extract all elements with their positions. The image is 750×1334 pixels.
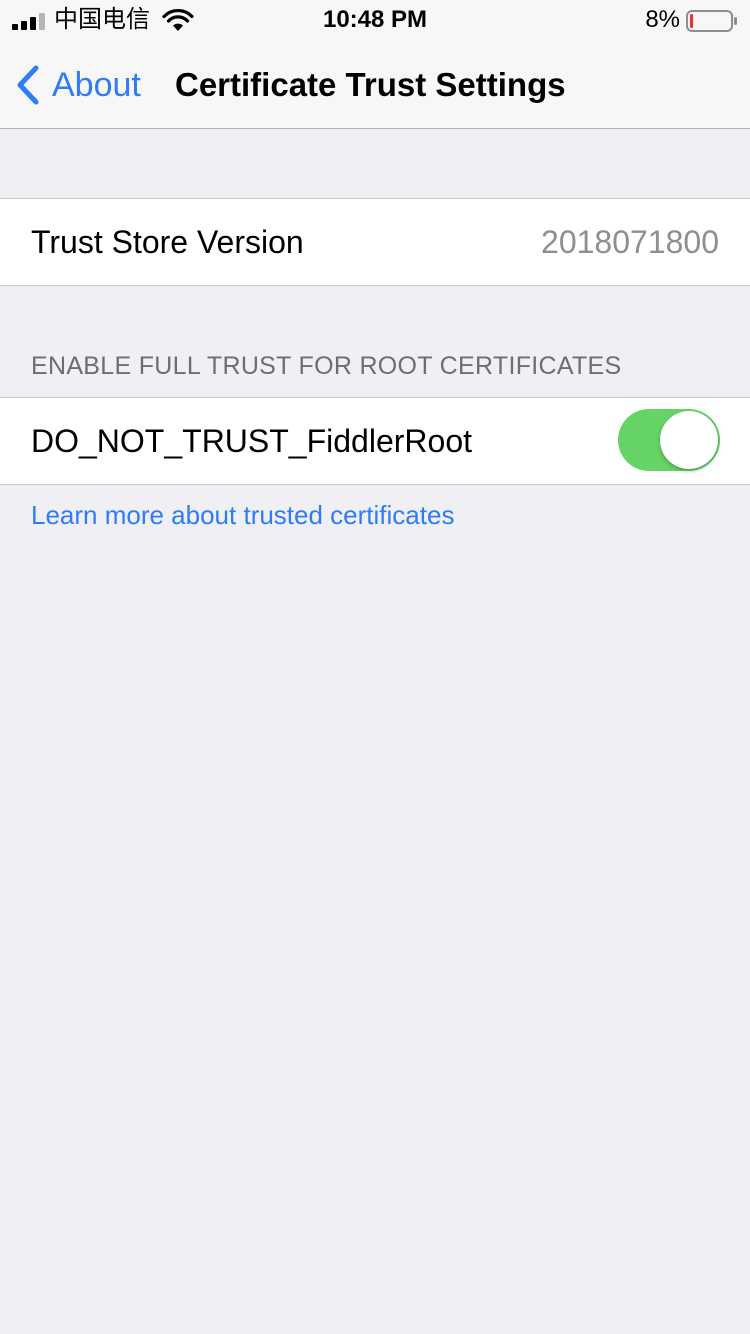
trust-store-version-value: 2018071800 <box>541 224 719 260</box>
back-button-label: About <box>52 65 141 104</box>
battery-percent: 8% <box>645 6 680 33</box>
back-button[interactable]: About <box>14 62 141 108</box>
certificate-name: DO_NOT_TRUST_FiddlerRoot <box>31 423 472 459</box>
battery-level-fill <box>690 14 694 28</box>
status-time: 10:48 PM <box>322 6 428 33</box>
certificate-row: DO_NOT_TRUST_FiddlerRoot <box>0 397 750 485</box>
trust-store-version-label: Trust Store Version <box>31 224 304 260</box>
page-title: Certificate Trust Settings <box>175 66 566 103</box>
chevron-left-icon <box>17 65 39 105</box>
status-bar: 中国电信 10:48 PM 8% <box>0 0 750 40</box>
toggle-knob <box>660 411 718 469</box>
navigation-bar: About Certificate Trust Settings <box>0 40 750 129</box>
section-header: ENABLE FULL TRUST FOR ROOT CERTIFICATES <box>31 352 622 380</box>
trust-store-version-row: Trust Store Version 2018071800 <box>0 198 750 286</box>
full-trust-toggle[interactable] <box>618 409 720 471</box>
battery-icon <box>686 10 737 32</box>
learn-more-link[interactable]: Learn more about trusted certificates <box>31 500 454 531</box>
